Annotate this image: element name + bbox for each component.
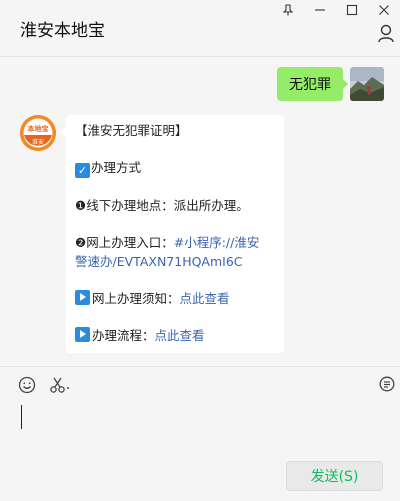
- notice-label: 网上办理须知：: [92, 291, 180, 306]
- online-link-continued[interactable]: 警速办/EVTAXN71HQAmI6C: [75, 252, 275, 271]
- online-link[interactable]: #小程序://淮安: [174, 235, 260, 250]
- section-title: ✓ 办理方式: [75, 158, 275, 178]
- official-account-avatar[interactable]: 本地宝 淮安: [20, 115, 56, 151]
- chat-title: 淮安本地宝: [20, 21, 105, 41]
- pin-icon[interactable]: [272, 0, 304, 20]
- play-icon: [75, 327, 90, 342]
- emoji-icon[interactable]: [18, 375, 36, 395]
- online-bullet: ❷: [75, 235, 87, 250]
- received-message-bubble[interactable]: 【淮安无犯罪证明】 ✓ 办理方式 ❶线下办理地点：派出所办理。 ❷网上办理入口：#…: [61, 115, 284, 353]
- person-icon[interactable]: [378, 24, 396, 44]
- section-title-text: 办理方式: [91, 160, 142, 175]
- minimize-icon[interactable]: [304, 0, 336, 20]
- notice-link[interactable]: 点此查看: [180, 291, 230, 306]
- notice-row: 网上办理须知：点此查看: [75, 289, 275, 308]
- process-label: 办理流程：: [92, 328, 155, 343]
- play-icon: [75, 290, 90, 305]
- sent-message-text: 无犯罪: [289, 77, 331, 93]
- scissors-icon[interactable]: [49, 375, 71, 395]
- my-avatar[interactable]: [350, 67, 384, 101]
- online-row: ❷网上办理入口：#小程序://淮安: [75, 233, 275, 252]
- online-label: 网上办理入口：: [86, 235, 174, 250]
- close-icon[interactable]: [368, 0, 400, 20]
- message-list[interactable]: 无犯罪 本地宝 淮安 【淮安无犯罪证明】 ✓ 办理方式 ❶线下办理地点：派出所办理…: [0, 58, 400, 366]
- message-heading: 【淮安无犯罪证明】: [75, 123, 188, 138]
- avatar-logo-text-top: 本地宝: [27, 125, 49, 133]
- offline-row: ❶线下办理地点：派出所办理。: [75, 196, 275, 215]
- composer: 发送(S): [0, 366, 400, 501]
- avatar-logo-text-bottom: 淮安: [31, 139, 44, 146]
- message-input-caret[interactable]: [21, 405, 22, 429]
- process-row: 办理流程：点此查看: [75, 326, 275, 345]
- process-link[interactable]: 点此查看: [155, 328, 205, 343]
- chat-history-icon[interactable]: [379, 375, 395, 395]
- sent-message-bubble[interactable]: 无犯罪: [277, 67, 348, 101]
- offline-bullet: ❶: [75, 198, 87, 213]
- maximize-icon[interactable]: [336, 0, 368, 20]
- send-button[interactable]: 发送(S): [286, 461, 383, 491]
- window-controls: [272, 0, 400, 20]
- checkbox-icon: ✓: [75, 163, 90, 178]
- offline-text: 线下办理地点：派出所办理。: [86, 198, 249, 213]
